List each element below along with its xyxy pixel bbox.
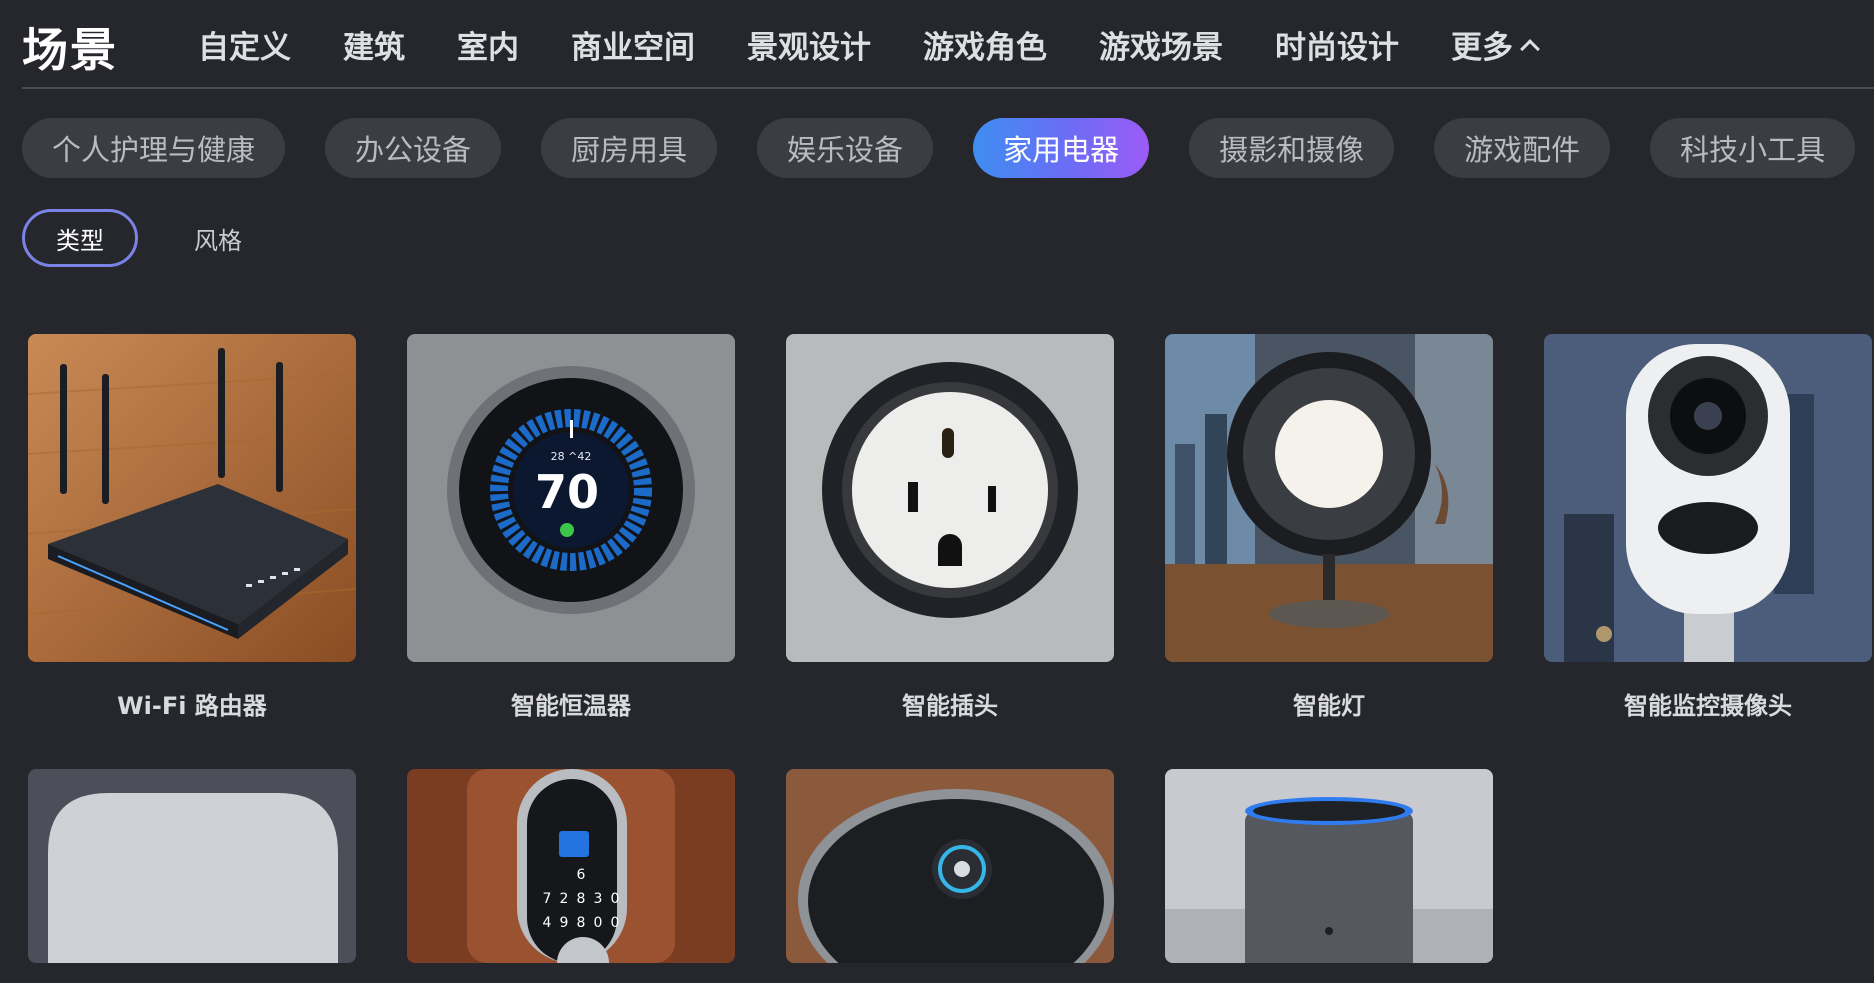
subtab-style[interactable]: 风格 (194, 209, 242, 267)
pill-gaming-accessories[interactable]: 游戏配件 (1434, 118, 1611, 178)
card-label: 智能灯 (1293, 692, 1365, 720)
lock-key: 0 (611, 891, 620, 907)
page-title: 场景 (22, 23, 118, 77)
thermostat-image: 28 ^42 70 (407, 334, 735, 662)
nav-item-commercial-space[interactable]: 商业空间 (571, 22, 695, 67)
top-nav: 场景 自定义 建筑 室内 商业空间 景观设计 游戏角色 游戏场景 时尚设计 更多 (0, 0, 1874, 90)
card-smart-lamp[interactable]: 智能灯 (1165, 334, 1493, 721)
card-robot-vacuum[interactable] (786, 769, 1114, 963)
pill-home-appliances[interactable]: 家用电器 (973, 118, 1150, 178)
nav-more-button[interactable]: 更多 (1451, 22, 1540, 67)
security-camera-image (1544, 334, 1872, 662)
card-smart-lock[interactable]: 6 7 2 8 3 0 4 9 8 0 0 (407, 769, 735, 963)
smart-lamp-image (1165, 334, 1493, 662)
nav-item-custom[interactable]: 自定义 (198, 22, 291, 67)
pill-tech-gadgets[interactable]: 科技小工具 (1650, 118, 1856, 178)
nav-item-game-character[interactable]: 游戏角色 (923, 22, 1047, 67)
smart-plug-image (786, 334, 1114, 662)
card-label: 智能监控摄像头 (1624, 692, 1792, 720)
nav-divider (22, 87, 1874, 89)
lock-key: 8 (577, 915, 586, 931)
nav-item-architecture[interactable]: 建筑 (343, 22, 405, 67)
card-thermostat[interactable]: 28 ^42 70 智能恒温器 (407, 334, 735, 721)
lock-key: 0 (594, 915, 603, 931)
pill-kitchenware[interactable]: 厨房用具 (541, 118, 718, 178)
subtab-type[interactable]: 类型 (22, 209, 138, 267)
card-smart-speaker[interactable] (1165, 769, 1493, 963)
card-label: 智能插头 (902, 692, 998, 720)
card-smart-plug[interactable]: 智能插头 (786, 334, 1114, 721)
category-pills: 个人护理与健康 办公设备 厨房用具 娱乐设备 家用电器 摄影和摄像 游戏配件 科… (22, 118, 1874, 178)
chevron-up-icon (1520, 38, 1540, 59)
nav-item-interior[interactable]: 室内 (457, 22, 519, 67)
pill-photography[interactable]: 摄影和摄像 (1189, 118, 1395, 178)
card-label: 智能恒温器 (511, 692, 631, 720)
lock-key: 3 (594, 891, 603, 907)
robot-vacuum-image (786, 769, 1114, 963)
lock-key: 2 (560, 891, 569, 907)
pill-office-equipment[interactable]: 办公设备 (325, 118, 502, 178)
card-label: Wi-Fi 路由器 (117, 692, 267, 720)
pill-entertainment[interactable]: 娱乐设备 (757, 118, 934, 178)
card-smart-hub[interactable] (28, 769, 356, 963)
nav-item-landscape[interactable]: 景观设计 (747, 22, 871, 67)
lock-key: 0 (611, 915, 620, 931)
smart-lock-image: 6 7 2 8 3 0 4 9 8 0 0 (407, 769, 735, 963)
lock-key: 6 (577, 867, 586, 883)
card-router[interactable]: Wi-Fi 路由器 (28, 334, 356, 721)
filter-subtabs: 类型 风格 (22, 209, 242, 267)
smart-speaker-image (1165, 769, 1493, 963)
card-security-camera[interactable]: 智能监控摄像头 (1544, 334, 1872, 721)
lock-key: 8 (577, 891, 586, 907)
nav-tabs: 自定义 建筑 室内 商业空间 景观设计 游戏角色 游戏场景 时尚设计 更多 (198, 22, 1540, 67)
pill-personal-care[interactable]: 个人护理与健康 (22, 118, 286, 178)
lock-key: 7 (543, 891, 552, 907)
smart-hub-image (28, 769, 356, 963)
thermostat-screen-small: 28 ^42 (551, 450, 592, 463)
lock-key: 9 (560, 915, 569, 931)
nav-more-label: 更多 (1451, 30, 1513, 66)
lock-key: 4 (543, 915, 552, 931)
nav-item-fashion[interactable]: 时尚设计 (1275, 22, 1399, 67)
thermostat-screen-value: 70 (535, 465, 599, 519)
nav-item-game-scene[interactable]: 游戏场景 (1099, 22, 1223, 67)
router-image (28, 334, 356, 662)
